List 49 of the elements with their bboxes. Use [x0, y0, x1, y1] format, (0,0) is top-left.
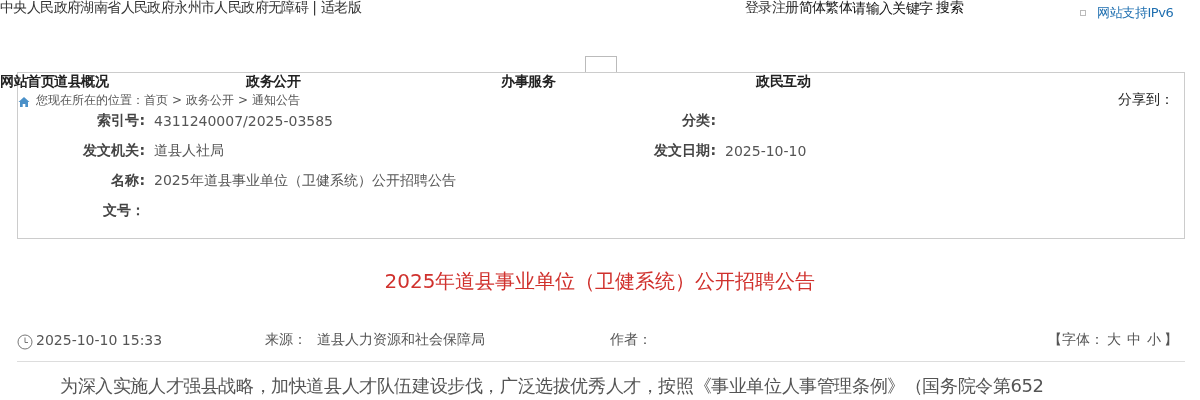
breadcrumb-separator: >: [238, 93, 249, 107]
bracket: 】: [1164, 331, 1178, 349]
nav-link[interactable]: 网站首页: [0, 73, 54, 91]
language-link[interactable]: 繁体: [825, 0, 853, 17]
nav-link[interactable]: 政民互动: [756, 73, 810, 91]
image-icon: [1080, 10, 1086, 16]
field-label: 文号：: [102, 202, 146, 220]
article-paragraph: 为深入实施人才强县战略，加快道县人才队伍建设步伐，广泛选拔优秀人才，按照《事业单位人事管理条例》（国务院令第652: [59, 374, 1045, 398]
account-link[interactable]: 注册: [771, 0, 799, 17]
search-link[interactable]: 搜索: [936, 0, 964, 17]
share-label: 分享到：: [1118, 91, 1174, 109]
article-title: 2025年道县事业单位（卫健系统）公开招聘公告: [383, 267, 817, 295]
elder-mode-link[interactable]: 适老版: [320, 0, 362, 17]
home-icon: [18, 95, 30, 108]
clock-icon: [17, 334, 33, 350]
breadcrumb-label: 您现在所在的位置：: [36, 91, 144, 109]
nav-link[interactable]: 道县概况: [54, 73, 246, 91]
top-link[interactable]: 湖南省人民政府: [80, 0, 175, 17]
breadcrumb-separator: >: [172, 93, 183, 107]
field-label: 发文机关:: [82, 142, 146, 160]
top-link[interactable]: 永州市人民政府: [174, 0, 269, 17]
font-size-label: 【字体：: [1048, 331, 1104, 349]
breadcrumb-link[interactable]: 首页: [144, 91, 168, 109]
field-value: 4311240007/2025-03585: [154, 113, 333, 129]
field-value: 2025年道县事业单位（卫健系统）公开招聘公告: [154, 172, 456, 188]
field-label: 发文日期:: [654, 142, 716, 158]
empty-frame: [585, 56, 617, 72]
nav-link[interactable]: 政务公开: [246, 73, 501, 91]
top-link[interactable]: 无障碍: [268, 0, 309, 17]
separator: |: [312, 0, 317, 17]
font-size-link[interactable]: 小: [1147, 331, 1161, 349]
source-value: 道县人力资源和社会保障局: [317, 331, 486, 349]
font-size-link[interactable]: 大: [1107, 331, 1121, 349]
field-label: 名称:: [110, 172, 146, 190]
nav-link[interactable]: 办事服务: [501, 73, 756, 91]
author-label: 作者：: [610, 331, 652, 349]
field-label: 分类:: [682, 112, 716, 128]
field-label: 索引号:: [96, 112, 146, 130]
font-size-link[interactable]: 中: [1127, 331, 1141, 349]
source-label: 来源：: [265, 331, 308, 349]
breadcrumb-link[interactable]: 政务公开: [186, 91, 235, 109]
field-value: 2025-10-10: [725, 143, 807, 159]
publish-date: 2025-10-10 15:33: [36, 332, 164, 348]
field-value: 道县人社局: [154, 142, 224, 158]
ipv6-link[interactable]: 网站支持IPv6: [1097, 4, 1174, 22]
language-link[interactable]: 简体: [798, 0, 826, 17]
account-link[interactable]: 登录: [745, 0, 772, 17]
top-link[interactable]: 中央人民政府: [0, 0, 81, 17]
breadcrumb-link[interactable]: 通知公告: [252, 91, 301, 109]
